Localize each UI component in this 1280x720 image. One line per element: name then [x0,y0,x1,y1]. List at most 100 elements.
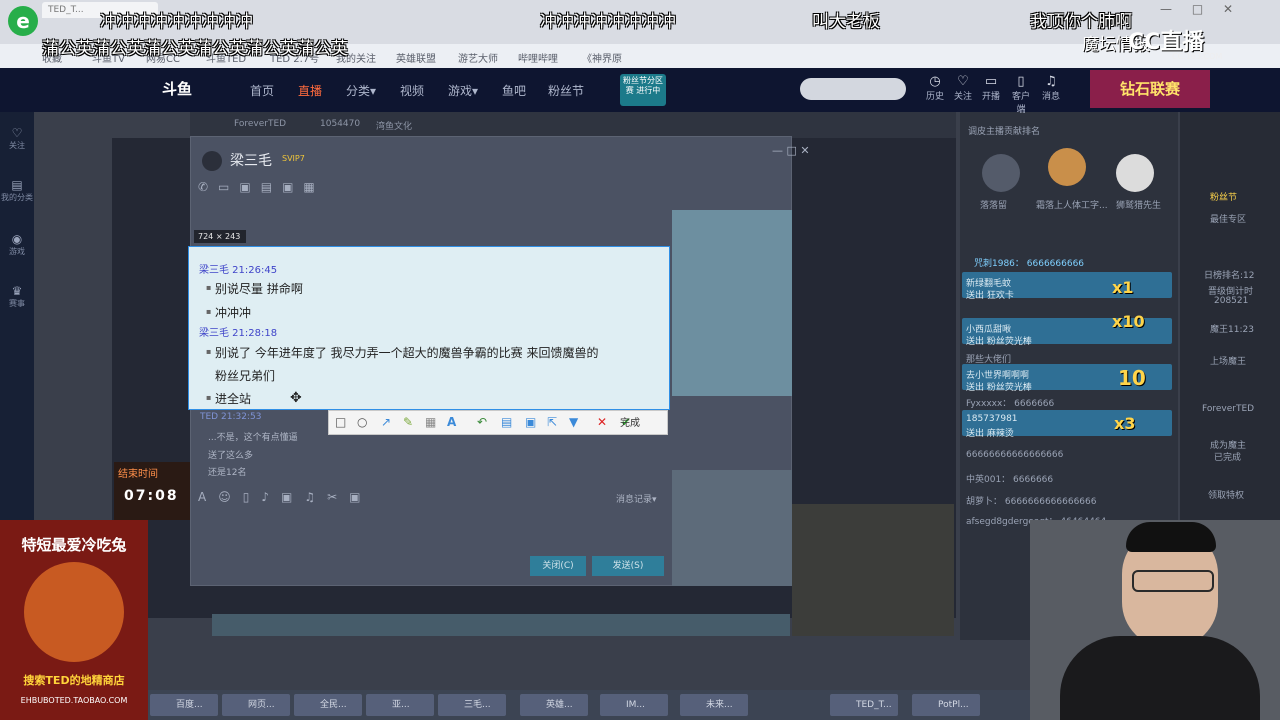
history-button[interactable]: ◷ 历史 [922,74,948,102]
rail-games[interactable]: ◉ 游戏 [0,232,34,257]
gift-count: x3 [1114,414,1136,433]
heart-icon: ♡ [11,126,23,140]
copy-icon[interactable]: ▣ [525,415,536,429]
contribution-header: 调皮主播贡献排名 [968,127,1041,137]
ellipse-tool-icon[interactable]: ○ [357,415,367,429]
window-controls[interactable]: — □ ✕ [1160,2,1241,16]
done-button[interactable]: 完成 [620,414,640,429]
rail-my-category[interactable]: ▤ 我的分类 [0,178,34,203]
bell-icon: ♫ [1045,74,1057,89]
rank-name: 落落留 [980,201,1008,211]
chat-toolbar[interactable]: ✆▭▣▤▣▦ [198,180,325,194]
rail-follow[interactable]: ♡ 关注 [0,126,34,151]
chat-message: 那些大佬们 [966,355,1012,365]
danmaku-comment: 冲冲冲冲冲冲冲冲 [540,12,676,32]
rail-events[interactable]: ♛ 赛事 [0,284,34,309]
screenshot-selection[interactable]: 梁三毛 21:26:45 ▪ 别说尽量 拼命啊 ▪ 冲冲冲 梁三毛 21:28:… [188,246,670,410]
left-rail: ♡ 关注 ▤ 我的分类 ◉ 游戏 ♛ 赛事 [0,112,34,520]
clock-icon: ◷ [929,74,941,89]
gift-count: x1 [1112,278,1134,297]
streamer-group[interactable]: 湾鱼文化 [376,119,412,132]
close-chat-button[interactable]: 关闭(C) [530,556,586,576]
bookmark-item[interactable]: 英雄联盟 [396,50,436,65]
undo-icon[interactable]: ↶ [477,415,487,429]
danmaku-comment: 叫大老板 [812,12,880,32]
cc-live-url: CC.163.COM [1172,52,1223,61]
bookmark-item[interactable]: 《神界原 [582,50,622,65]
nav-yuba[interactable]: 鱼吧 [502,82,526,99]
save-icon[interactable]: ▤ [501,415,512,429]
webcam-body [1060,636,1260,720]
input-toolbar[interactable]: A☺▯♪▣♫✂▣ [198,490,372,504]
room-info-bar: ForeverTED 1054470 湾鱼文化 [190,112,956,138]
search-input[interactable] [800,78,906,100]
browser-logo-icon[interactable]: e [8,6,38,36]
message-button[interactable]: ♫ 消息 [1038,74,1064,102]
mosaic-tool-icon[interactable]: ▦ [425,415,436,429]
nav-games[interactable]: 游戏▾ [448,82,478,99]
gift-strip [212,614,790,636]
taskbar-item[interactable]: TED_T... [830,694,898,716]
rank-avatar[interactable] [1116,154,1154,192]
message-record-button[interactable]: 消息记录▾ [616,492,657,505]
rectangle-tool-icon[interactable]: □ [335,415,346,429]
fan-festival-item: 魔王11:23 [1210,325,1254,335]
rank-name: 霜落上人体工字... [1036,201,1108,211]
close-icon[interactable]: — □ ✕ [772,144,810,157]
chat-message: 送出 粉丝荧光棒 [966,337,1032,347]
trophy-icon: ♛ [11,284,23,298]
chat-contact-name: 梁三毛 [230,153,272,169]
rank-avatar[interactable] [982,154,1020,192]
chat-message: 送出 麻辣烫 [966,429,1014,439]
text-tool-icon[interactable]: A [447,415,456,429]
nav-live[interactable]: 直播 [298,82,322,99]
taskbar-item[interactable]: IM... [600,694,668,716]
pin-icon[interactable]: ▼ [569,415,578,429]
send-button[interactable]: 发送(S) [592,556,664,576]
vip-badge: SVIP7 [282,154,305,163]
broadcast-button[interactable]: ▭ 开播 [978,74,1004,102]
webcam-glasses [1132,570,1214,592]
gift-count: 10 [1118,366,1146,390]
promo-title: 特短最爱冷吃兔 [21,536,127,554]
taskbar-item[interactable]: 英雄... [520,694,588,716]
danmaku-comment: 冲冲冲冲冲冲冲冲冲 [100,12,253,32]
taskbar-item[interactable]: 三毛... [438,694,506,716]
share-icon[interactable]: ⇱ [547,415,557,429]
follow-button[interactable]: ♡ 关注 [950,74,976,102]
chat-message: 咒刺1986： 6666666666 [974,259,1085,269]
secondary-camera [792,504,954,636]
taskbar-item[interactable]: 未来... [680,694,748,716]
client-button[interactable]: ▯ 客户端 [1008,74,1034,115]
fan-festival-item: 最佳专区 [1210,215,1247,225]
arrow-tool-icon[interactable]: ↗ [381,415,391,429]
heart-icon: ♡ [957,74,969,89]
chat-message: 66666666666666666 [966,450,1064,460]
screenshot-toolbar: □ ○ ↗ ✎ ▦ A ↶ ▤ ▣ ⇱ ▼ ✕ ✔ [328,410,668,435]
fan-festival-badge[interactable]: 粉丝节分区赛 进行中 [620,74,666,106]
pen-tool-icon[interactable]: ✎ [403,415,413,429]
promo-shop-name: 搜索TED的地精商店 [23,674,125,687]
message-text: 冲冲冲 [215,306,252,320]
taskbar-item[interactable]: 百度... [150,694,218,716]
nav-home[interactable]: 首页 [250,82,274,99]
douyu-logo[interactable]: 斗鱼 [162,78,192,99]
fan-festival-item[interactable]: 领取特权 [1208,488,1244,501]
message-text: 粉丝兄弟们 [215,369,276,383]
taskbar-item[interactable]: 网页... [222,694,290,716]
streamer-name[interactable]: ForeverTED [234,119,286,129]
message-sender: 梁三毛 21:26:45 [199,265,278,276]
taskbar-item[interactable]: 全民... [294,694,362,716]
avatar[interactable] [202,151,222,171]
bookmark-item[interactable]: 哔哩哔哩 [518,50,558,65]
taskbar-item[interactable]: 亚... [366,694,434,716]
rank-avatar[interactable] [1048,148,1086,186]
taskbar-item[interactable]: PotPl... [912,694,980,716]
selection-size-label: 724 × 243 [194,230,246,243]
cancel-icon[interactable]: ✕ [597,415,607,429]
nav-category[interactable]: 分类▾ [346,82,376,99]
bookmark-item[interactable]: 游艺大师 [458,50,498,65]
nav-video[interactable]: 视频 [400,82,424,99]
nav-fan-festival[interactable]: 粉丝节 [548,82,584,99]
diamond-league-banner[interactable]: 钻石联赛 [1090,70,1210,108]
